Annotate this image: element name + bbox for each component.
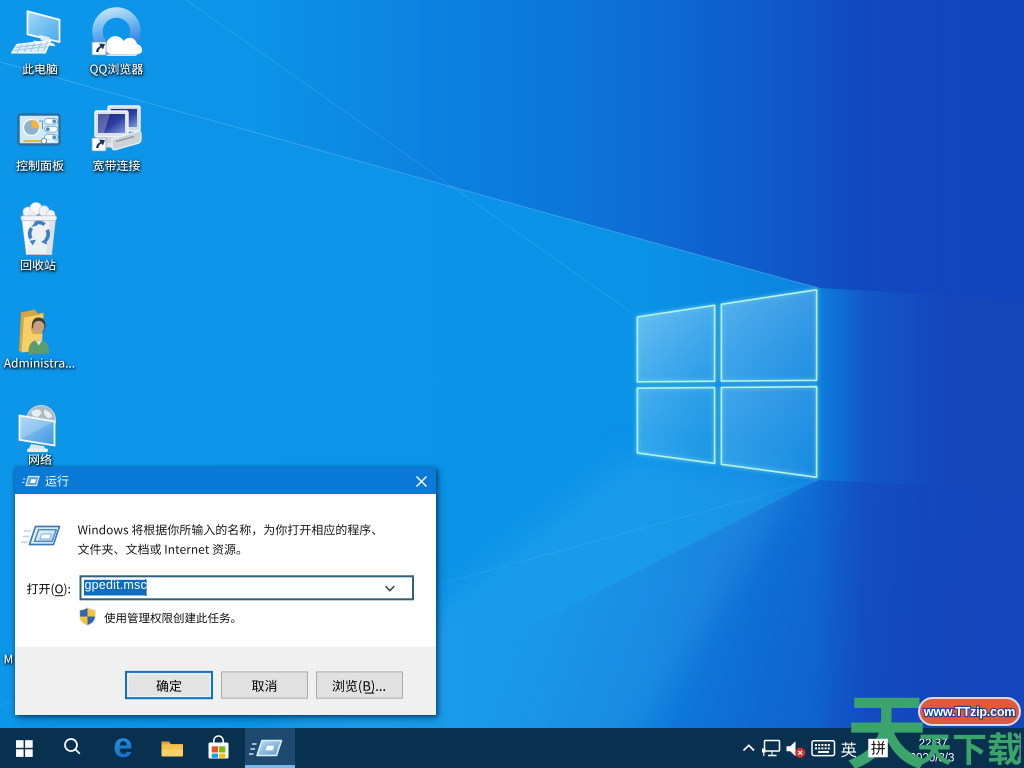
svg-text:www.TTzip.com: www.TTzip.com (923, 705, 1015, 719)
